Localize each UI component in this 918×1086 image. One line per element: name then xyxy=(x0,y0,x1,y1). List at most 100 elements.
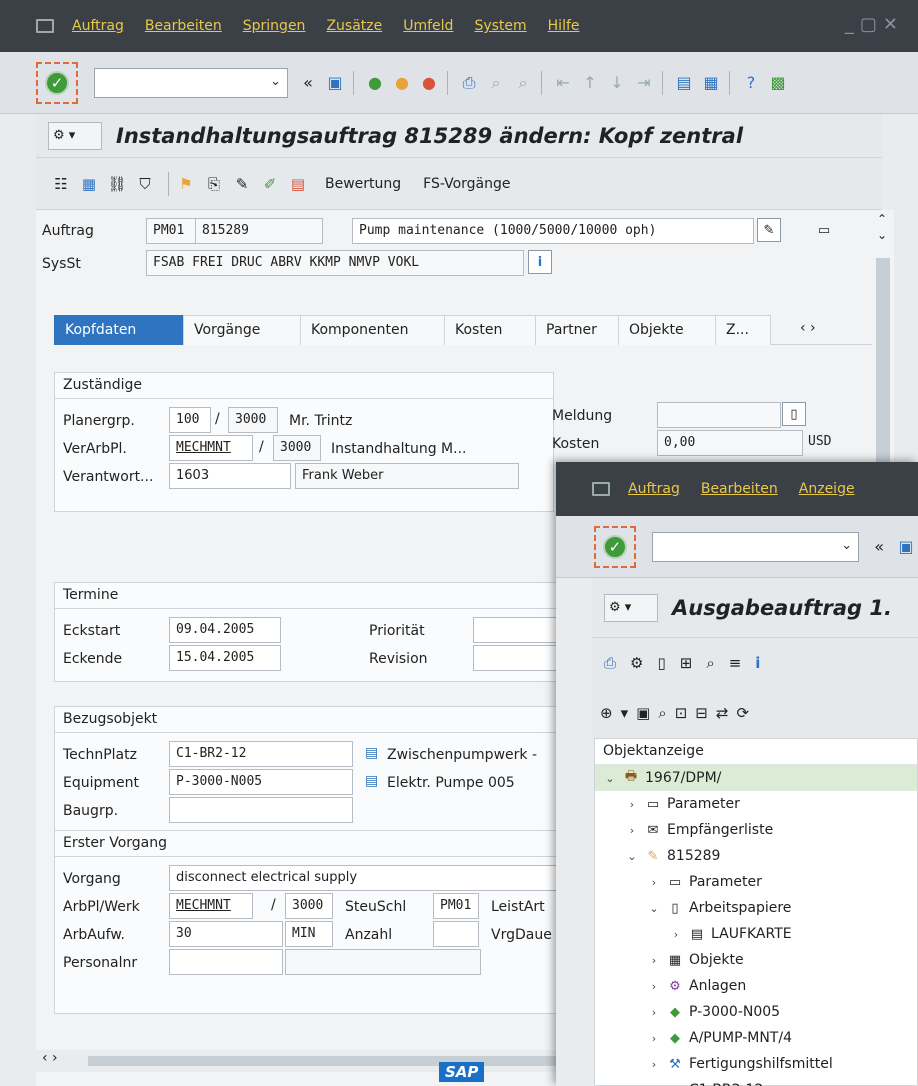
pen-icon[interactable]: ✐ xyxy=(259,173,281,195)
anzahl-field[interactable] xyxy=(433,921,479,947)
tab-partner[interactable]: Partner xyxy=(535,315,619,345)
auftrag-text-field[interactable]: Pump maintenance (1000/5000/10000 oph) xyxy=(352,218,754,244)
first-page-icon[interactable]: ⇤ xyxy=(551,71,575,95)
document-icon[interactable]: ▯ xyxy=(782,402,806,426)
techplatz-icon[interactable]: ▤ xyxy=(365,745,378,761)
menu-system[interactable]: System xyxy=(474,18,526,34)
chevron-down-icon[interactable]: ⌄ xyxy=(841,538,852,553)
bewertung-button[interactable]: Bewertung xyxy=(325,176,401,192)
shortcut-icon[interactable]: ▦ xyxy=(699,71,723,95)
prioritaet-field[interactable] xyxy=(473,617,563,643)
tree-node[interactable]: › ▭ Parameter xyxy=(595,791,917,817)
edit-text-icon[interactable]: ✎ xyxy=(757,218,781,242)
info-icon[interactable]: i xyxy=(755,654,760,672)
find-icon[interactable]: ⌕ xyxy=(484,71,508,95)
save-icon[interactable]: ▣ xyxy=(323,71,347,95)
tree-node[interactable]: ⌄ ▯ Arbeitspapiere xyxy=(595,895,917,921)
eckstart-field[interactable]: 09.04.2005 xyxy=(169,617,281,643)
tab-kopfdaten[interactable]: Kopfdaten xyxy=(54,315,184,345)
tree-node[interactable]: › ▤ LAUFKARTE xyxy=(595,921,917,947)
new-session-icon[interactable]: ▤ xyxy=(672,71,696,95)
menu-zusaetze[interactable]: Zusätze xyxy=(326,18,382,34)
exit-icon[interactable]: ● xyxy=(390,71,414,95)
calculator-icon[interactable]: ▦ xyxy=(78,173,100,195)
personalnr-field[interactable] xyxy=(169,949,283,975)
chevron-right-icon[interactable]: › xyxy=(647,876,661,889)
tree-node[interactable]: › ⚙ Anlagen xyxy=(595,973,917,999)
dropdown-icon[interactable]: ▾ xyxy=(621,704,629,722)
menu-bearbeiten[interactable]: Bearbeiten xyxy=(145,18,222,34)
tab-more[interactable]: Z... xyxy=(715,315,771,345)
layout-icon[interactable]: ▩ xyxy=(766,71,790,95)
last-page-icon[interactable]: ⇥ xyxy=(632,71,656,95)
popup-enter-button[interactable]: ✓ xyxy=(594,525,636,568)
tab-komponenten[interactable]: Komponenten xyxy=(300,315,445,345)
chevron-right-icon[interactable]: › xyxy=(647,980,661,993)
info-icon[interactable]: i xyxy=(528,250,552,274)
chevron-right-icon[interactable]: › xyxy=(625,798,639,811)
menu-hilfe[interactable]: Hilfe xyxy=(548,18,580,34)
chevron-right-icon[interactable]: › xyxy=(647,1032,661,1045)
horizontal-scrollbar[interactable]: ‹ › xyxy=(36,1050,572,1072)
refresh-icon[interactable]: ⟳ xyxy=(736,704,749,722)
equipment-field[interactable]: P-3000-N005 xyxy=(169,769,353,795)
list-icon[interactable]: ☷ xyxy=(50,173,72,195)
next-page-icon[interactable]: ↓ xyxy=(605,71,629,95)
eckende-field[interactable]: 15.04.2005 xyxy=(169,645,281,671)
popup-services-icon[interactable]: ⚙ ▾ xyxy=(604,593,658,622)
back-icon[interactable]: ● xyxy=(363,71,387,95)
tree-node[interactable]: ⌄⌂C1-BR2-12 xyxy=(595,1077,917,1086)
collapse-node-icon[interactable]: ⊟ xyxy=(695,704,708,722)
enter-button[interactable]: ✓ xyxy=(36,61,78,104)
tab-scroll-icon[interactable]: ‹ › xyxy=(800,320,816,344)
popup-menu-bearbeiten[interactable]: Bearbeiten xyxy=(701,481,778,497)
arbpl-field[interactable]: MECHMNT xyxy=(169,893,253,919)
chevron-right-icon[interactable]: › xyxy=(625,824,639,837)
tree-icon[interactable]: ⊞ xyxy=(680,654,693,672)
settings-icon[interactable]: ⚙ xyxy=(630,654,643,672)
scroll-up-icon[interactable]: ⌃ xyxy=(877,212,887,226)
scroll-left-right-icon[interactable]: ‹ › xyxy=(42,1050,58,1066)
filter-icon[interactable]: ⛉ xyxy=(134,173,156,195)
vorgang-text-field[interactable]: disconnect electrical supply xyxy=(169,865,579,891)
collapse-icon[interactable]: « xyxy=(867,535,891,559)
tree-node[interactable]: ⌄ ✎ 815289 xyxy=(595,843,917,869)
equipment-icon[interactable]: ▤ xyxy=(365,773,378,789)
command-field[interactable]: ⌄ xyxy=(94,67,288,98)
chevron-down-icon[interactable]: ⌄ xyxy=(647,902,661,915)
arbpl-werk-field[interactable]: 3000 xyxy=(285,893,333,919)
chevron-right-icon[interactable]: › xyxy=(647,1006,661,1019)
scroll-down-icon[interactable]: ⌄ xyxy=(877,228,887,242)
tree-node[interactable]: › ▭ Parameter xyxy=(595,869,917,895)
steuschl-field[interactable]: PM01 xyxy=(433,893,479,919)
tree-node[interactable]: › ◆ P-3000-N005 xyxy=(595,999,917,1025)
select-icon[interactable]: ▣ xyxy=(636,704,650,722)
collapse-icon[interactable]: « xyxy=(296,71,320,95)
tree-node[interactable]: ⌄ 🖶 1967/DPM/ xyxy=(595,765,917,791)
find-icon[interactable]: ⌕ xyxy=(706,654,714,672)
help-icon[interactable]: ? xyxy=(739,71,763,95)
save-icon[interactable]: ▣ xyxy=(894,535,918,559)
verarbpl-field[interactable]: MECHMNT xyxy=(169,435,253,461)
chevron-right-icon[interactable]: › xyxy=(669,928,683,941)
chevron-down-icon[interactable]: ⌄ xyxy=(603,772,617,785)
tab-vorgaenge[interactable]: Vorgänge xyxy=(183,315,301,345)
tree-node[interactable]: › ▦ Objekte xyxy=(595,947,917,973)
transfer-icon[interactable]: ⇄ xyxy=(716,704,729,722)
arbaufw-unit-field[interactable]: MIN xyxy=(285,921,333,947)
verantwort-field[interactable]: 1603 xyxy=(169,463,291,489)
copy-icon[interactable]: ⎘ xyxy=(203,173,225,195)
popup-command-field[interactable]: ⌄ xyxy=(651,531,860,562)
zoom-icon[interactable]: ⌕ xyxy=(658,704,666,722)
tree-node[interactable]: › ✉ Empfängerliste xyxy=(595,817,917,843)
techplatz-field[interactable]: C1-BR2-12 xyxy=(169,741,353,767)
prev-page-icon[interactable]: ↑ xyxy=(578,71,602,95)
menu-auftrag[interactable]: Auftrag xyxy=(72,18,124,34)
fs-vorgaenge-button[interactable]: FS-Vorgänge xyxy=(423,176,510,192)
release-icon[interactable]: ⚑ xyxy=(175,173,197,195)
popup-menu-auftrag[interactable]: Auftrag xyxy=(628,481,680,497)
window-controls-icon[interactable]: _▢✕ xyxy=(845,14,904,35)
new-document-icon[interactable]: ▯ xyxy=(657,654,665,672)
chevron-down-icon[interactable]: ⌄ xyxy=(270,74,281,89)
tab-objekte[interactable]: Objekte xyxy=(618,315,716,345)
